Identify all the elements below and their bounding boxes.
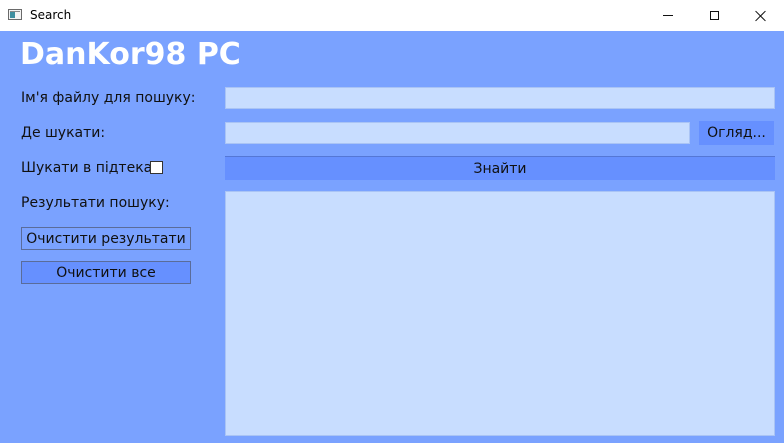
- clear-results-button[interactable]: Очистити результати: [21, 227, 191, 250]
- search-location-label: Де шукати:: [21, 125, 106, 141]
- results-label: Результати пошуку:: [21, 195, 170, 211]
- subdirectories-label: Шукати в підтеках: [21, 160, 161, 176]
- browse-button[interactable]: Огляд...: [699, 121, 774, 145]
- minimize-icon: [663, 15, 673, 16]
- app-icon: [8, 9, 22, 20]
- search-location-input[interactable]: [225, 122, 690, 144]
- filename-label: Ім'я файлу для пошуку:: [21, 90, 196, 106]
- client-area: DanKor98 PC Ім'я файлу для пошуку: Де шу…: [0, 31, 784, 443]
- clear-all-button[interactable]: Очистити все: [21, 261, 191, 284]
- filename-input[interactable]: [225, 87, 775, 109]
- maximize-icon: [709, 11, 719, 20]
- window-title: Search: [30, 8, 72, 22]
- maximize-button[interactable]: [691, 0, 737, 31]
- subdirectories-checkbox[interactable]: [150, 161, 163, 174]
- title-bar[interactable]: Search: [0, 0, 784, 31]
- results-textarea[interactable]: [225, 191, 775, 436]
- search-button[interactable]: Знайти: [225, 156, 775, 180]
- close-icon: [755, 10, 767, 22]
- search-window: Search DanKor98 PC Ім'я файлу для пошуку…: [0, 0, 784, 443]
- brand-title: DanKor98 PC: [20, 37, 241, 72]
- close-button[interactable]: [738, 0, 784, 31]
- minimize-button[interactable]: [645, 0, 691, 31]
